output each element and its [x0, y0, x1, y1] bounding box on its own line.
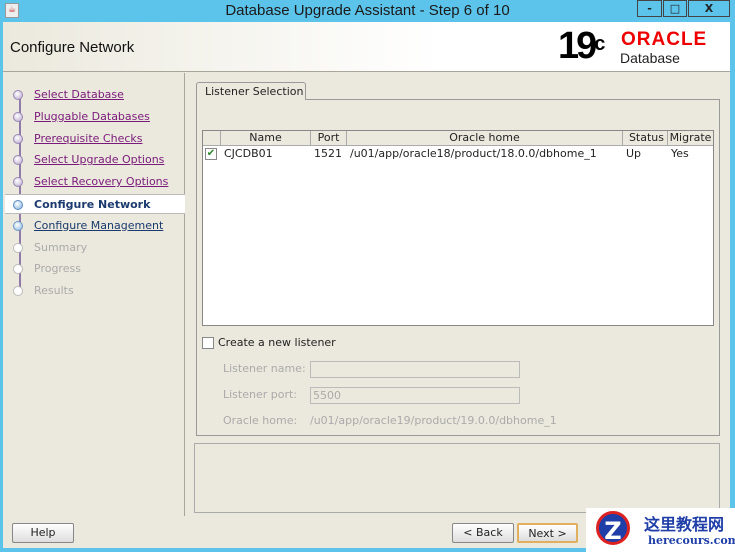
dbua-window: Configure Network 19c ORACLE Database Se…: [3, 22, 730, 548]
row-checkbox[interactable]: ✔: [205, 148, 217, 160]
step-label[interactable]: Select Recovery Options: [34, 175, 168, 188]
step-status-icon: [13, 111, 23, 122]
cell-port: 1521: [314, 147, 342, 160]
column-header-port[interactable]: Port: [311, 131, 347, 146]
oracle-19c-logo: 19c: [558, 25, 606, 67]
back-button[interactable]: < Back: [452, 523, 514, 543]
step-status-icon: [13, 90, 23, 100]
step-status-icon: [13, 177, 23, 188]
step-status-icon: [13, 286, 23, 297]
header: Configure Network 19c ORACLE Database: [3, 22, 730, 72]
window-title: Database Upgrade Assistant - Step 6 of 1…: [225, 2, 510, 19]
listener-port-label: Listener port:: [223, 388, 298, 401]
minimize-button[interactable]: -: [637, 0, 662, 17]
step-status-icon: [13, 200, 23, 210]
watermark-cn: 这里教程网: [644, 515, 725, 534]
oracle-logo: ORACLE: [621, 29, 708, 50]
watermark-logo: Z 这里教程网 herecours.com: [586, 508, 735, 552]
cell-name: CJCDB01: [224, 147, 273, 160]
step-select-upgrade-options[interactable]: Select Upgrade Options: [5, 150, 185, 170]
step-prerequisite-checks[interactable]: Prerequisite Checks: [5, 129, 185, 149]
tab-listener-selection[interactable]: Listener Selection: [196, 82, 306, 100]
oracle-database-label: Database: [620, 50, 680, 66]
select-column-header: [203, 131, 221, 146]
cell-oracle-home: /u01/app/oracle18/product/18.0.0/dbhome_…: [350, 147, 597, 160]
step-label[interactable]: Pluggable Databases: [34, 110, 150, 123]
message-area: [194, 443, 720, 513]
column-header-migrate[interactable]: Migrate: [668, 131, 713, 146]
step-status-icon: [13, 155, 23, 166]
step-status-icon: [13, 220, 23, 231]
step-select-database[interactable]: Select Database: [5, 85, 185, 105]
step-results: Results: [5, 281, 185, 301]
step-progress: Progress: [5, 259, 185, 279]
title-bar: ☕ Database Upgrade Assistant - Step 6 of…: [0, 0, 735, 22]
help-button[interactable]: Help: [12, 523, 74, 543]
step-status-icon: [13, 264, 23, 275]
oracle-home-value: /u01/app/oracle19/product/19.0.0/dbhome_…: [310, 414, 557, 427]
listener-table: Name Port Oracle home Status Migrate ✔ C…: [202, 130, 714, 326]
step-pluggable-databases[interactable]: Pluggable Databases: [5, 107, 185, 127]
watermark-en: herecours.com: [648, 534, 735, 547]
step-configure-network[interactable]: Configure Network: [5, 194, 185, 214]
listener-port-input[interactable]: 5500: [310, 387, 520, 404]
cell-migrate: Yes: [671, 147, 689, 160]
step-label[interactable]: Select Upgrade Options: [34, 153, 164, 166]
step-label[interactable]: Select Database: [34, 88, 124, 101]
column-header-name[interactable]: Name: [221, 131, 311, 146]
maximize-button[interactable]: □: [663, 0, 687, 17]
cell-status: Up: [626, 147, 642, 160]
step-configure-management[interactable]: Configure Management: [5, 216, 185, 236]
close-button[interactable]: X: [688, 0, 730, 17]
step-label[interactable]: Configure Management: [34, 219, 163, 232]
step-label: Results: [34, 284, 74, 298]
listener-name-input[interactable]: [310, 361, 520, 378]
watermark-z-icon: Z: [596, 511, 630, 545]
column-header-oracle-home[interactable]: Oracle home: [347, 131, 623, 146]
step-status-icon: [13, 133, 23, 144]
column-header-status[interactable]: Status: [623, 131, 668, 146]
step-label[interactable]: Configure Network: [34, 198, 150, 211]
step-label: Summary: [34, 240, 88, 254]
steps-sidebar: Select Database Pluggable Databases Prereq…: [5, 73, 185, 516]
create-listener-checkbox[interactable]: [202, 337, 214, 349]
oracle-home-label: Oracle home:: [223, 414, 298, 427]
next-button[interactable]: Next >: [517, 523, 578, 543]
step-status-icon: [13, 242, 23, 253]
create-listener-label[interactable]: Create a new listener: [218, 336, 336, 349]
table-header: Name Port Oracle home Status Migrate: [203, 131, 713, 146]
step-label: Progress: [34, 262, 81, 276]
step-summary: Summary: [5, 238, 185, 258]
listener-name-label: Listener name:: [223, 362, 306, 375]
listener-panel: Name Port Oracle home Status Migrate ✔ C…: [196, 99, 720, 436]
step-select-recovery-options[interactable]: Select Recovery Options: [5, 172, 185, 192]
step-label[interactable]: Prerequisite Checks: [34, 132, 142, 145]
page-title: Configure Network: [10, 39, 135, 56]
